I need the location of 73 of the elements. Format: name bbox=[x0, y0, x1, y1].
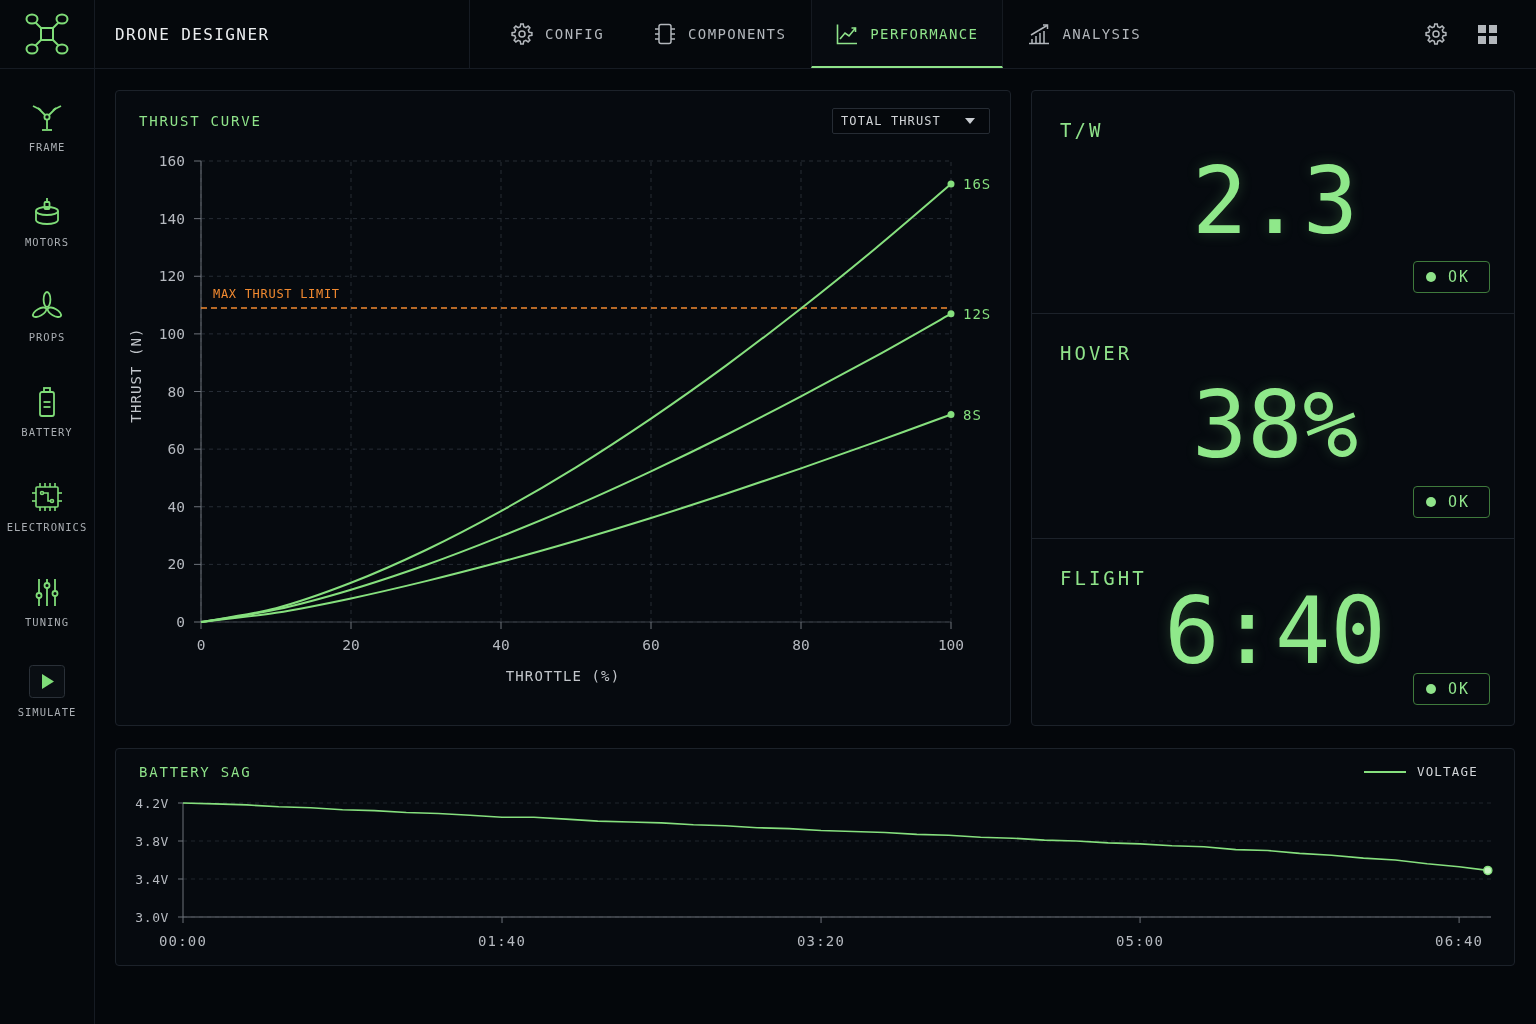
tick-label: 0 bbox=[196, 637, 206, 653]
panel-title: THRUST CURVE bbox=[139, 113, 262, 129]
nav-tab[interactable]: COMPONENTS bbox=[629, 0, 812, 68]
legend-label: VOLTAGE bbox=[1416, 764, 1478, 779]
tick-label: 00:00 bbox=[158, 933, 208, 949]
tick-label: 3.0V bbox=[135, 909, 169, 925]
stat-value: 6:40 bbox=[1164, 594, 1386, 669]
line-chart-icon bbox=[836, 23, 859, 45]
sidebar-item[interactable]: SIMULATE bbox=[17, 665, 77, 719]
status-text: OK bbox=[1448, 268, 1471, 286]
metric-dropdown[interactable]: TOTAL THRUST bbox=[832, 108, 990, 134]
nav-tab[interactable]: CONFIG bbox=[486, 0, 629, 68]
legend-line-icon bbox=[1363, 770, 1406, 773]
sidebar-item[interactable]: MOTORS bbox=[25, 196, 69, 249]
tick-label: 140 bbox=[158, 210, 185, 227]
nav-tab[interactable]: ANALYSIS bbox=[1003, 0, 1167, 68]
circuit-board-icon bbox=[31, 481, 63, 513]
tick-label: 80 bbox=[792, 637, 810, 653]
end-dot-icon bbox=[947, 310, 955, 318]
sidebar-item[interactable]: TUNING bbox=[25, 576, 69, 629]
stat-label: FLIGHT bbox=[1060, 566, 1147, 590]
limit-label: MAX THRUST LIMIT bbox=[213, 286, 340, 301]
tick-label: 05:00 bbox=[1116, 933, 1165, 949]
sidebar-item[interactable]: ELECTRONICS bbox=[6, 481, 88, 534]
tick-label: 3.4V bbox=[135, 871, 169, 887]
tick-label: 0 bbox=[176, 614, 185, 630]
play-icon bbox=[29, 665, 65, 698]
tick-label: 120 bbox=[158, 268, 185, 285]
tick-label: 80 bbox=[167, 383, 185, 400]
grid-icon[interactable] bbox=[1478, 24, 1497, 44]
drone-icon bbox=[25, 12, 69, 56]
settings-icon[interactable] bbox=[1425, 23, 1447, 45]
stat-value: 38% bbox=[1191, 388, 1359, 463]
end-dot-icon bbox=[1483, 865, 1493, 876]
caret-icon bbox=[965, 118, 975, 124]
end-dot-icon bbox=[947, 180, 955, 188]
end-dot-icon bbox=[947, 411, 955, 419]
panel-title: BATTERY SAG bbox=[139, 763, 252, 780]
tick-label: 100 bbox=[158, 325, 185, 342]
tick-label: 03:20 bbox=[796, 933, 846, 949]
series-label: 16S bbox=[963, 176, 992, 193]
sidebar-item[interactable]: PROPS bbox=[28, 291, 66, 344]
stat-label: HOVER bbox=[1060, 341, 1133, 365]
nav-tab[interactable]: PERFORMANCE bbox=[811, 0, 1004, 68]
tick-label: 160 bbox=[158, 153, 185, 169]
series-label: 12S bbox=[963, 305, 992, 322]
axis-title: THRUST (N) bbox=[128, 327, 144, 423]
status-dot-icon bbox=[1426, 272, 1436, 282]
sidebar-item[interactable]: FRAME bbox=[28, 101, 66, 154]
tick-label: 3.8V bbox=[135, 833, 169, 849]
tick-label: 4.2V bbox=[135, 795, 169, 811]
stat-value: 2.3 bbox=[1191, 164, 1359, 239]
tick-label: 60 bbox=[167, 441, 185, 458]
tick-label: 06:40 bbox=[1435, 933, 1484, 949]
tick-label: 40 bbox=[492, 637, 510, 653]
axis-title: THROTTLE (%) bbox=[505, 668, 621, 684]
tick-label: 40 bbox=[167, 498, 185, 515]
sidebar-item[interactable]: BATTERY bbox=[21, 386, 73, 439]
status-text: OK bbox=[1448, 680, 1471, 698]
status-dot-icon bbox=[1426, 684, 1436, 694]
bar-chart-icon bbox=[1028, 23, 1051, 45]
tick-label: 100 bbox=[937, 637, 965, 653]
chip-icon bbox=[654, 23, 676, 45]
tick-label: 01:40 bbox=[477, 933, 527, 949]
tick-label: 60 bbox=[642, 637, 660, 653]
series-label: 8S bbox=[963, 406, 982, 423]
tick-label: 20 bbox=[342, 637, 360, 653]
app-title: DRONE DESIGNER bbox=[115, 24, 270, 44]
status-text: OK bbox=[1448, 493, 1471, 511]
status-dot-icon bbox=[1426, 497, 1436, 507]
stat-label: T/W bbox=[1060, 118, 1104, 142]
tick-label: 20 bbox=[167, 556, 185, 573]
gear-icon bbox=[511, 23, 533, 45]
